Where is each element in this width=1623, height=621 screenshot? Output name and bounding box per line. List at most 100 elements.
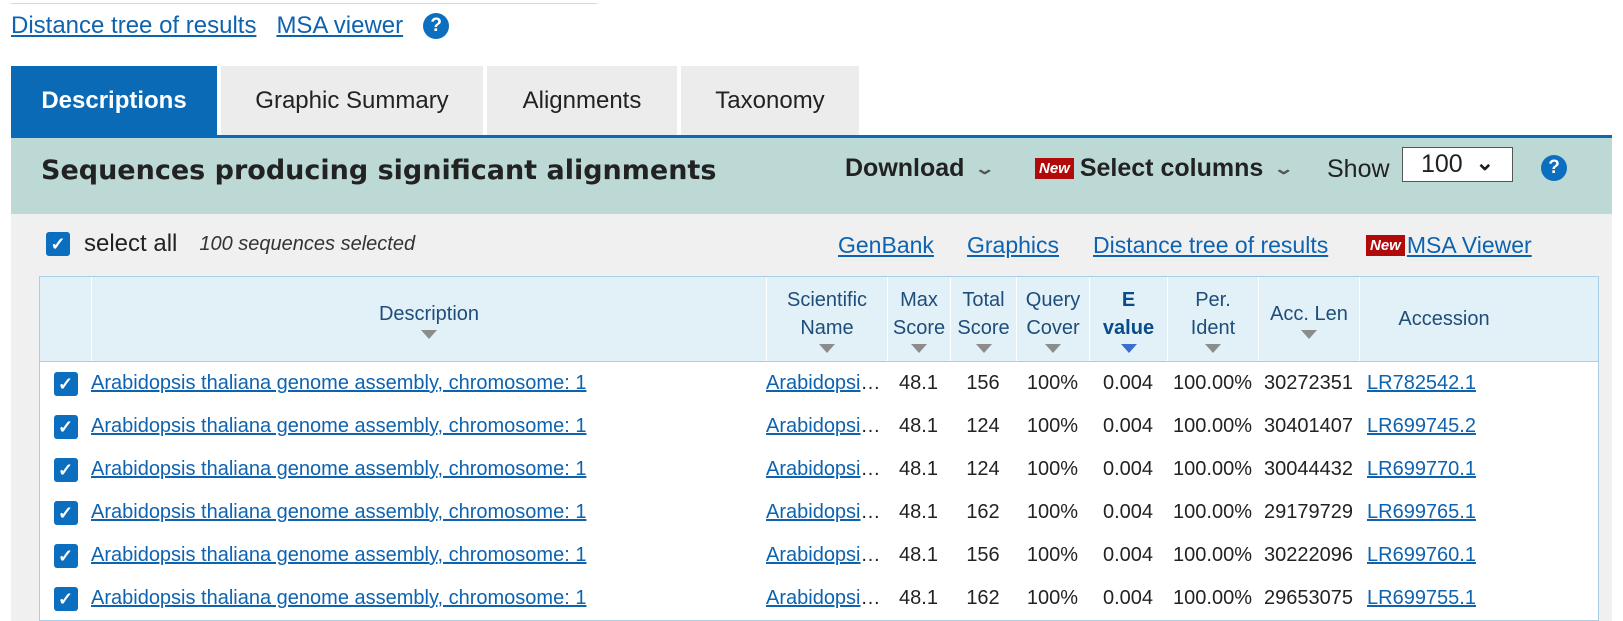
tab-alignments[interactable]: Alignments — [487, 66, 677, 136]
row-checkbox-cell: ✓ — [40, 414, 91, 439]
scientific-name-cell: Arabidopsis… — [766, 415, 887, 438]
show-count-select[interactable]: 100 ⌄ — [1402, 147, 1513, 182]
table-body: ✓ Arabidopsis thaliana genome assembly, … — [40, 362, 1598, 620]
accession-cell: LR699760.1 — [1359, 544, 1528, 567]
table-row: ✓ Arabidopsis thaliana genome assembly, … — [40, 362, 1598, 405]
acc-len-cell: 30272351 — [1264, 372, 1353, 394]
description-link[interactable]: Arabidopsis thaliana genome assembly, ch… — [91, 501, 586, 523]
acc-len-cell: 30401407 — [1264, 415, 1353, 437]
col-scientific-name[interactable]: Scientific Name — [766, 277, 887, 361]
tab-taxonomy[interactable]: Taxonomy — [681, 66, 859, 136]
col-max-score[interactable]: Max Score — [887, 277, 950, 361]
scientific-name-link[interactable]: Arabidopsis… — [766, 587, 887, 609]
sort-arrow-icon — [975, 343, 992, 353]
chevron-down-icon: ⌄ — [974, 161, 996, 179]
download-menu[interactable]: Download ⌄ — [845, 154, 996, 183]
description-cell: Arabidopsis thaliana genome assembly, ch… — [91, 372, 766, 395]
header-line: E — [1121, 288, 1136, 311]
accession-link[interactable]: LR699770.1 — [1367, 458, 1476, 480]
help-icon[interactable]: ? — [1541, 155, 1567, 181]
header-line: Score — [892, 316, 946, 339]
accession-cell: LR699745.2 — [1359, 415, 1528, 438]
accession-link[interactable]: LR699760.1 — [1367, 544, 1476, 566]
col-description-label: Description — [378, 302, 480, 325]
query-cover-cell: 100% — [1026, 415, 1079, 437]
top-links: Distance tree of results MSA viewer ? — [11, 10, 450, 42]
description-link[interactable]: Arabidopsis thaliana genome assembly, ch… — [91, 544, 586, 566]
show-count-value: 100 — [1421, 150, 1463, 178]
row-checkbox[interactable]: ✓ — [53, 543, 78, 568]
col-total-score[interactable]: Total Score — [950, 277, 1016, 361]
scientific-name-link[interactable]: Arabidopsis… — [766, 544, 887, 566]
select-columns-menu[interactable]: New Select columns ⌄ — [1035, 154, 1295, 183]
col-query-cover[interactable]: Query Cover — [1016, 277, 1089, 361]
accession-cell: LR699755.1 — [1359, 587, 1528, 610]
row-checkbox[interactable]: ✓ — [53, 371, 78, 396]
description-link[interactable]: Arabidopsis thaliana genome assembly, ch… — [91, 587, 586, 609]
scientific-name-link[interactable]: Arabidopsis… — [766, 458, 887, 480]
max-score-cell: 48.1 — [899, 415, 938, 437]
col-acc-len[interactable]: Acc. Len — [1258, 277, 1359, 361]
checkbox-column-header — [40, 277, 91, 361]
distance-tree-link[interactable]: Distance tree of results — [11, 12, 256, 40]
select-all-checkbox[interactable]: ✓ — [46, 232, 70, 256]
per-ident-cell: 100.00% — [1173, 458, 1252, 480]
scientific-name-link[interactable]: Arabidopsis… — [766, 501, 887, 523]
new-badge: New — [1366, 235, 1405, 256]
header-line: Name — [800, 316, 854, 339]
chevron-down-icon: ⌄ — [1475, 150, 1494, 175]
sort-arrow-icon — [1205, 343, 1221, 353]
col-description[interactable]: Description — [91, 277, 766, 361]
per-ident-cell: 100.00% — [1173, 587, 1252, 609]
top-divider — [11, 3, 597, 4]
accession-link[interactable]: LR699745.2 — [1367, 415, 1476, 437]
col-accession[interactable]: Accession — [1359, 277, 1528, 361]
table-row: ✓ Arabidopsis thaliana genome assembly, … — [40, 448, 1598, 491]
accession-link[interactable]: LR699755.1 — [1367, 587, 1476, 609]
description-link[interactable]: Arabidopsis thaliana genome assembly, ch… — [91, 415, 586, 437]
query-cover-cell: 100% — [1026, 587, 1079, 609]
sort-arrow-icon — [911, 343, 927, 353]
genbank-link[interactable]: GenBank — [838, 232, 934, 259]
distance-tree-link[interactable]: Distance tree of results — [1093, 232, 1328, 259]
query-cover-cell: 100% — [1026, 501, 1079, 523]
per-ident-cell: 100.00% — [1173, 372, 1252, 394]
scientific-name-link[interactable]: Arabidopsis… — [766, 415, 887, 437]
help-icon[interactable]: ? — [423, 13, 450, 39]
graphics-link[interactable]: Graphics — [967, 232, 1059, 259]
row-checkbox[interactable]: ✓ — [53, 414, 78, 439]
sort-arrow-icon — [819, 343, 835, 353]
scientific-name-link[interactable]: Arabidopsis… — [766, 372, 887, 394]
results-toolbar: Sequences producing significant alignmen… — [11, 138, 1612, 214]
select-columns-label: Select columns — [1079, 154, 1264, 182]
evalue-cell: 0.004 — [1102, 372, 1154, 394]
description-link[interactable]: Arabidopsis thaliana genome assembly, ch… — [91, 458, 586, 480]
total-score-cell: 162 — [966, 587, 1000, 609]
selected-count: 100 sequences selected — [199, 232, 416, 255]
tab-graphic-summary[interactable]: Graphic Summary — [221, 66, 483, 136]
header-line: Max — [900, 288, 938, 311]
description-cell: Arabidopsis thaliana genome assembly, ch… — [91, 544, 766, 567]
tab-descriptions[interactable]: Descriptions — [11, 66, 217, 136]
msa-viewer-link[interactable]: MSA Viewer — [1407, 232, 1532, 259]
row-checkbox[interactable]: ✓ — [53, 500, 78, 525]
row-checkbox[interactable]: ✓ — [53, 457, 78, 482]
total-score-cell: 162 — [966, 501, 1000, 523]
col-evalue[interactable]: E value — [1089, 277, 1167, 361]
header-line: Query — [1025, 288, 1081, 311]
description-cell: Arabidopsis thaliana genome assembly, ch… — [91, 587, 766, 610]
max-score-cell: 48.1 — [899, 458, 938, 480]
acc-len-cell: 29653075 — [1264, 587, 1353, 609]
total-score-cell: 156 — [966, 544, 1000, 566]
row-checkbox[interactable]: ✓ — [53, 586, 78, 611]
query-cover-cell: 100% — [1026, 372, 1079, 394]
accession-link[interactable]: LR782542.1 — [1367, 372, 1476, 394]
table-row: ✓ Arabidopsis thaliana genome assembly, … — [40, 491, 1598, 534]
description-link[interactable]: Arabidopsis thaliana genome assembly, ch… — [91, 372, 586, 394]
accession-link[interactable]: LR699765.1 — [1367, 501, 1476, 523]
col-per-ident[interactable]: Per. Ident — [1167, 277, 1258, 361]
scientific-name-cell: Arabidopsis… — [766, 458, 887, 481]
header-line: Total — [962, 288, 1005, 311]
scientific-name-cell: Arabidopsis… — [766, 587, 887, 610]
msa-viewer-link[interactable]: MSA viewer — [276, 12, 403, 40]
